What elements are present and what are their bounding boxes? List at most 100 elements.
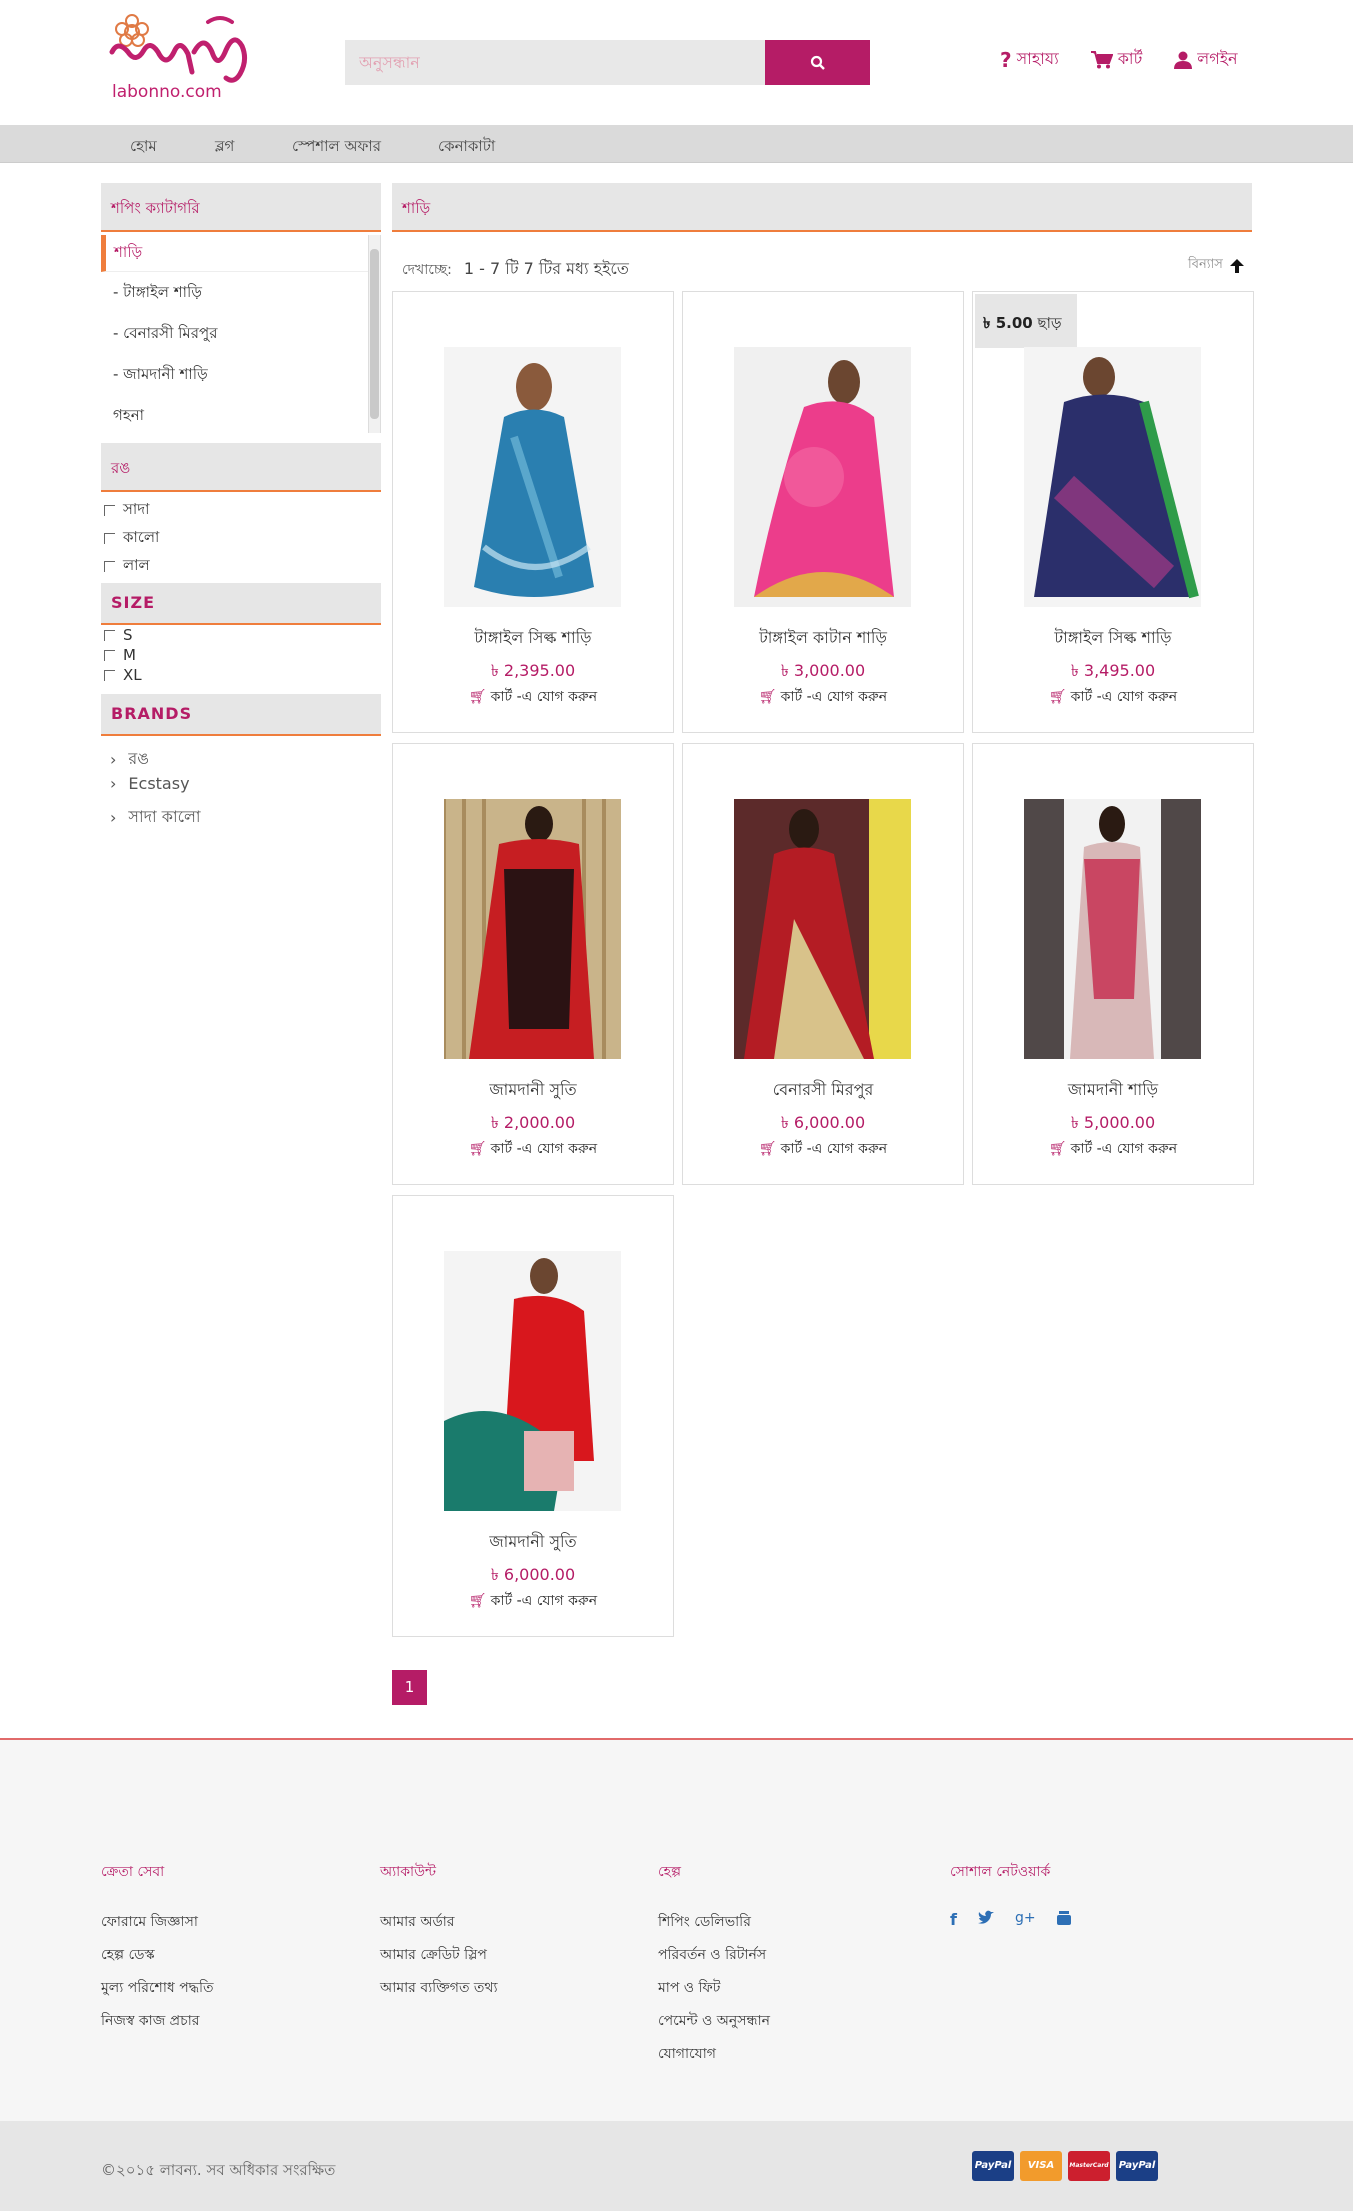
filter-label: সাদা [123, 500, 150, 518]
youtube-icon[interactable] [1056, 1910, 1072, 1926]
footer-link[interactable]: পেমেন্ট ও অনুসন্ধান [658, 2009, 770, 2042]
facebook-icon[interactable]: f [950, 1910, 957, 1929]
paypal-icon: PayPal [972, 2151, 1014, 2181]
product-title[interactable]: জামদানী সুতি [393, 1077, 673, 1104]
cart-link[interactable]: কার্ট [1090, 46, 1142, 73]
nav-blog[interactable]: ব্লগ [215, 135, 234, 160]
product-card[interactable]: জামদানী সুতি ৳ 6,000.00 🛒︎ কার্ট -এ যোগ ক… [392, 1195, 674, 1637]
product-card[interactable]: জামদানী সুতি ৳ 2,000.00 🛒︎ কার্ট -এ যোগ ক… [392, 743, 674, 1185]
site-logo[interactable]: labonno.com [108, 12, 263, 107]
nav-special-offer[interactable]: স্পেশাল অফার [292, 135, 381, 160]
color-filter-black[interactable]: কালো [104, 526, 159, 551]
add-to-cart-button[interactable]: 🛒︎ কার্ট -এ যোগ করুন [393, 1589, 673, 1613]
product-title[interactable]: বেনারসী মিরপুর [683, 1077, 963, 1104]
login-label: লগইন [1197, 49, 1238, 68]
add-to-cart-button[interactable]: 🛒︎ কার্ট -এ যোগ করুন [393, 685, 673, 709]
footer-link[interactable]: শিপিং ডেলিভারি [658, 1910, 770, 1943]
add-to-cart-label: কার্ট -এ যোগ করুন [780, 1141, 888, 1157]
google-plus-icon[interactable]: g+ [1015, 1910, 1036, 1929]
main-navbar: হোম ব্লগ স্পেশাল অফার কেনাকাটা [0, 125, 1353, 163]
brand-link[interactable]: › Ecstasy [110, 774, 190, 793]
add-to-cart-label: কার্ট -এ যোগ করুন [490, 1593, 598, 1609]
product-image[interactable] [444, 347, 621, 607]
add-to-cart-label: কার্ট -এ যোগ করুন [490, 689, 598, 705]
search-input[interactable] [345, 40, 765, 85]
pagination-page[interactable]: 1 [392, 1670, 427, 1705]
color-filter-white[interactable]: সাদা [104, 498, 150, 523]
product-image[interactable] [444, 1251, 621, 1511]
color-heading: রঙ [101, 443, 381, 492]
footer-link[interactable]: পরিবর্তন ও রিটার্নস [658, 1943, 770, 1976]
add-to-cart-button[interactable]: 🛒︎ কার্ট -এ যোগ করুন [683, 685, 963, 709]
footer-heading: হেল্প [658, 1864, 682, 1880]
footer-link[interactable]: আমার অর্ডার [380, 1910, 498, 1943]
add-to-cart-label: কার্ট -এ যোগ করুন [1070, 689, 1178, 705]
product-image[interactable] [1024, 347, 1201, 607]
product-title[interactable]: জামদানী সুতি [393, 1529, 673, 1556]
add-to-cart-button[interactable]: 🛒︎ কার্ট -এ যোগ করুন [683, 1137, 963, 1161]
nav-home[interactable]: হোম [130, 135, 157, 160]
footer-link[interactable]: আমার ব্যক্তিগত তথ্য [380, 1976, 498, 2009]
login-link[interactable]: লগইন [1174, 46, 1238, 73]
search-button[interactable] [765, 40, 870, 85]
help-link[interactable]: ? সাহায্য [1000, 46, 1059, 73]
mastercard-icon: MasterCard [1068, 2151, 1110, 2181]
add-to-cart-label: কার্ট -এ যোগ করুন [1070, 1141, 1178, 1157]
footer-link[interactable]: নিজস্ব কাজ প্রচার [101, 2009, 213, 2042]
category-item[interactable]: শাড়ি [101, 235, 380, 272]
checkbox[interactable] [104, 561, 115, 572]
sort-label: বিন্যাস [1188, 257, 1223, 272]
brand-link[interactable]: › রঙ [110, 746, 149, 773]
footer-link[interactable]: হেল্প ডেস্ক [101, 1943, 213, 1976]
category-item[interactable]: গহনা [101, 395, 380, 436]
category-item[interactable]: - বেনারসী মিরপুর [101, 313, 380, 354]
footer-column: ক্রেতা সেবা ফোরামে জিজ্ঞাসা হেল্প ডেস্ক … [101, 1860, 213, 2042]
footer-link[interactable]: যোগাযোগ [658, 2042, 770, 2075]
add-to-cart-button[interactable]: 🛒︎ কার্ট -এ যোগ করুন [973, 685, 1253, 709]
size-filter-xl[interactable]: XL [104, 666, 142, 684]
footer-link[interactable]: ফোরামে জিজ্ঞাসা [101, 1910, 213, 1943]
twitter-icon[interactable] [977, 1910, 995, 1926]
checkbox[interactable] [104, 533, 115, 544]
category-item[interactable]: - টাঙ্গাইল শাড়ি [101, 272, 380, 313]
product-image[interactable] [734, 799, 911, 1059]
product-title[interactable]: টাঙ্গাইল সিল্ক শাড়ি [393, 625, 673, 652]
size-filter-m[interactable]: M [104, 646, 136, 664]
category-heading: শপিং ক্যাটাগরি [101, 183, 381, 232]
add-to-cart-button[interactable]: 🛒︎ কার্ট -এ যোগ করুন [973, 1137, 1253, 1161]
cart-icon: 🛒︎ [1048, 689, 1067, 705]
product-title[interactable]: জামদানী শাড়ি [973, 1077, 1253, 1104]
color-filter-red[interactable]: লাল [104, 554, 150, 579]
sort-control[interactable]: বিন্যাস [1188, 255, 1245, 276]
footer-link[interactable]: আমার ক্রেডিট স্লিপ [380, 1943, 498, 1976]
product-price: ৳ 2,000.00 [490, 1113, 576, 1132]
product-image[interactable] [1024, 799, 1201, 1059]
product-image[interactable] [444, 799, 621, 1059]
product-title[interactable]: টাঙ্গাইল কাটান শাড়ি [683, 625, 963, 652]
brand-link[interactable]: › সাদা কালো [110, 804, 201, 831]
nav-shop[interactable]: কেনাকাটা [438, 135, 495, 160]
size-filter-s[interactable]: S [104, 626, 133, 644]
product-title[interactable]: টাঙ্গাইল সিল্ক শাড়ি [973, 625, 1253, 652]
add-to-cart-button[interactable]: 🛒︎ কার্ট -এ যোগ করুন [393, 1137, 673, 1161]
product-card[interactable]: জামদানী শাড়ি ৳ 5,000.00 🛒︎ কার্ট -এ যোগ … [972, 743, 1254, 1185]
category-item[interactable]: - জামদানী শাড়ি [101, 354, 380, 395]
cart-icon: 🛒︎ [468, 1141, 487, 1157]
checkbox[interactable] [104, 629, 115, 641]
product-card[interactable]: বেনারসী মিরপুর ৳ 6,000.00 🛒︎ কার্ট -এ যোগ… [682, 743, 964, 1185]
logo-text: labonno.com [112, 82, 222, 102]
product-image[interactable] [734, 347, 911, 607]
checkbox[interactable] [104, 505, 115, 516]
footer-heading: সোশাল নেটওয়ার্ক [950, 1864, 1051, 1880]
footer-link[interactable]: মাপ ও ফিট [658, 1976, 770, 2009]
footer-link[interactable]: মুল্য পরিশোধ পদ্ধতি [101, 1976, 213, 2009]
product-card[interactable]: টাঙ্গাইল কাটান শাড়ি ৳ 3,000.00 🛒︎ কার্ট … [682, 291, 964, 733]
product-card[interactable]: টাঙ্গাইল সিল্ক শাড়ি ৳ 2,395.00 🛒︎ কার্ট … [392, 291, 674, 733]
category-scrollbar[interactable] [368, 235, 380, 433]
scrollbar-thumb[interactable] [370, 249, 379, 419]
cart-icon: 🛒︎ [468, 689, 487, 705]
product-card[interactable]: ৳ 5.00 ছাড় টাঙ্গাইল সিল্ক শাড়ি ৳ 3,495… [972, 291, 1254, 733]
checkbox[interactable] [104, 669, 115, 681]
checkbox[interactable] [104, 649, 115, 661]
product-price: ৳ 3,000.00 [780, 661, 866, 680]
